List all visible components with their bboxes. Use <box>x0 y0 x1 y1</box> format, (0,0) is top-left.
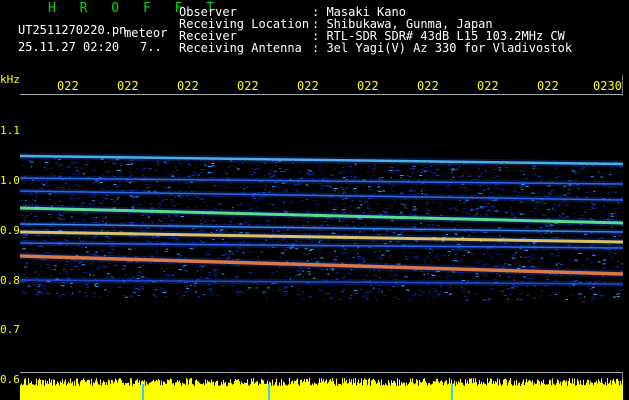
x-tick-label-10: 0230 <box>593 79 622 93</box>
y-tick-label-5: 0.7 <box>0 323 20 336</box>
y-axis-unit: kHz <box>0 73 20 86</box>
date-time: 25.11.27 02:20 <box>18 40 120 54</box>
spectrogram-plot <box>20 96 623 372</box>
x-tick-label-8: 022 <box>477 79 499 93</box>
carrier-line <box>20 206 623 225</box>
carrier-lines <box>20 152 623 287</box>
plot-bottom-axis <box>20 372 623 373</box>
carrier-line <box>20 190 623 201</box>
y-tick-label-2: 1.0 <box>0 174 20 187</box>
info-label-antenna: Receiving Antenna <box>179 41 302 55</box>
info-value-antenna: : 3el Yagi(V) Az 330 for Vladivostok <box>312 41 573 55</box>
x-tick-label-6: 022 <box>357 79 379 93</box>
x-tick-label-4: 022 <box>237 79 259 93</box>
y-tick-label-6: 0.6 <box>0 373 20 386</box>
x-tick-label-3: 022 <box>177 79 199 93</box>
y-tick-label-4: 0.8 <box>0 274 20 287</box>
file-name: UT2511270220.pn <box>18 23 127 37</box>
x-tick-label-5: 022 <box>297 79 319 93</box>
plot-top-axis <box>20 94 623 95</box>
x-tick-label-1: 022 <box>57 79 79 93</box>
y-tick-label-3: 0.9 <box>0 224 20 237</box>
event-type: meteor <box>124 26 168 40</box>
event-count: 7.. <box>140 40 162 54</box>
x-tick-label-9: 022 <box>537 79 559 93</box>
y-tick-label-1: 1.1 <box>0 124 20 137</box>
signal-level-meter <box>20 378 623 400</box>
x-tick-label-7: 022 <box>417 79 439 93</box>
x-tick-label-2: 022 <box>117 79 139 93</box>
